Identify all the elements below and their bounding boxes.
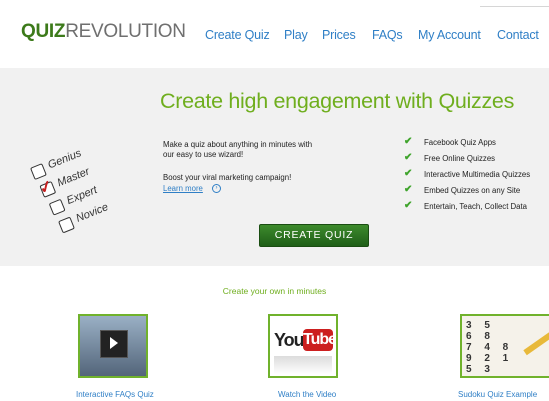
examples-subtitle: Create your own in minutes <box>222 286 327 296</box>
red-check-icon: ✓ <box>36 177 56 199</box>
boost-text: Boost your viral marketing campaign! <box>163 173 292 182</box>
feature-label: Free Online Quizzes <box>424 154 496 163</box>
nav-faqs[interactable]: FAQs <box>372 27 403 43</box>
nav-create-quiz[interactable]: Create Quiz <box>205 27 270 43</box>
site-header: QUIZREVOLUTION Create Quiz Play Prices F… <box>0 0 549 68</box>
level-novice: Novice <box>58 201 110 234</box>
intro-text: Make a quiz about anything in minutes wi… <box>163 140 312 160</box>
watch-video-link[interactable]: Watch the Video <box>278 390 336 400</box>
sudoku-grid: 3 5 6 8 7 4 8 9 2 1 5 3 <box>466 320 514 375</box>
feature-label: Interactive Multimedia Quizzes <box>424 170 531 179</box>
youtube-you-text: You <box>274 330 305 350</box>
create-quiz-button[interactable]: CREATE QUIZ <box>259 224 369 247</box>
sudoku-thumbnail[interactable]: 3 5 6 8 7 4 8 9 2 1 5 3 <box>460 314 549 378</box>
hero-headline: Create high engagement with Quizzes <box>160 89 515 113</box>
logo-bold: QUIZ <box>21 21 66 42</box>
check-icon: ✔ <box>404 168 413 179</box>
site-logo[interactable]: QUIZREVOLUTION <box>21 20 186 44</box>
sudoku-quiz-link[interactable]: Sudoku Quiz Example <box>458 390 537 400</box>
level-label: Genius <box>46 147 84 172</box>
feature-label: Embed Quizzes on any Site <box>424 186 521 195</box>
level-label: Master <box>55 165 92 190</box>
header-rule <box>480 6 549 7</box>
check-icon: ✔ <box>404 152 413 163</box>
arrow-circle-icon[interactable]: › <box>212 184 221 193</box>
faq-quiz-link[interactable]: Interactive FAQs Quiz <box>76 390 154 400</box>
nav-contact[interactable]: Contact <box>497 27 539 43</box>
feature-label: Entertain, Teach, Collect Data <box>424 202 528 211</box>
hero-banner: Genius ✓ Master Expert Novice Create hig… <box>0 68 549 266</box>
logo-light: REVOLUTION <box>65 21 186 42</box>
youtube-tube-text: Tube <box>303 329 336 351</box>
checkbox-icon <box>58 216 75 234</box>
learn-more-link[interactable]: Learn more <box>163 184 203 194</box>
level-expert: Expert <box>48 184 99 217</box>
play-icon <box>110 337 118 349</box>
level-master: ✓ Master <box>37 166 91 199</box>
nav-prices[interactable]: Prices <box>322 27 356 43</box>
video-thumbnail[interactable]: You Tube <box>268 314 338 378</box>
intro-line: our easy to use wizard! <box>163 150 244 159</box>
logo-reflection <box>274 356 332 374</box>
nav-play[interactable]: Play <box>284 27 308 43</box>
nav-my-account[interactable]: My Account <box>418 27 481 43</box>
check-icon: ✔ <box>404 136 413 147</box>
level-label: Expert <box>65 184 99 208</box>
check-icon: ✔ <box>404 184 413 195</box>
check-icon: ✔ <box>404 200 413 211</box>
level-genius: Genius <box>30 147 83 181</box>
level-label: Novice <box>74 201 111 225</box>
faq-quiz-thumbnail[interactable] <box>78 314 148 378</box>
feature-label: Facebook Quiz Apps <box>424 138 496 147</box>
intro-line: Make a quiz about anything in minutes wi… <box>163 140 313 149</box>
checkbox-icon <box>48 198 66 216</box>
